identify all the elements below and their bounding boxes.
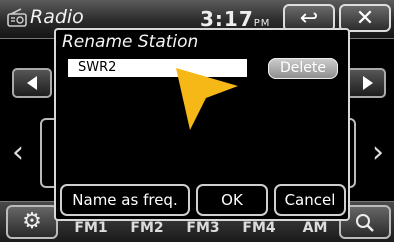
arrow-left-icon (27, 76, 37, 90)
delete-button[interactable]: Delete (268, 58, 338, 79)
next-station-button[interactable] (346, 68, 386, 98)
name-as-freq-button[interactable]: Name as freq. (60, 184, 190, 216)
ok-button[interactable]: OK (196, 184, 268, 216)
chevron-right-icon[interactable]: › (372, 135, 384, 170)
settings-button[interactable]: ⚙ (6, 205, 58, 239)
page-title: Radio (30, 6, 84, 28)
radio-icon (6, 8, 28, 30)
gear-icon: ⚙ (22, 209, 42, 234)
close-icon: ✕ (355, 6, 375, 31)
chevron-left-icon[interactable]: ‹ (12, 135, 24, 170)
dialog-title: Rename Station (62, 32, 199, 52)
arrow-right-icon (363, 76, 373, 90)
pointer-arrow-icon (176, 68, 238, 130)
prev-station-button[interactable] (12, 68, 52, 98)
cancel-button[interactable]: Cancel (274, 184, 346, 216)
search-icon (356, 214, 374, 232)
